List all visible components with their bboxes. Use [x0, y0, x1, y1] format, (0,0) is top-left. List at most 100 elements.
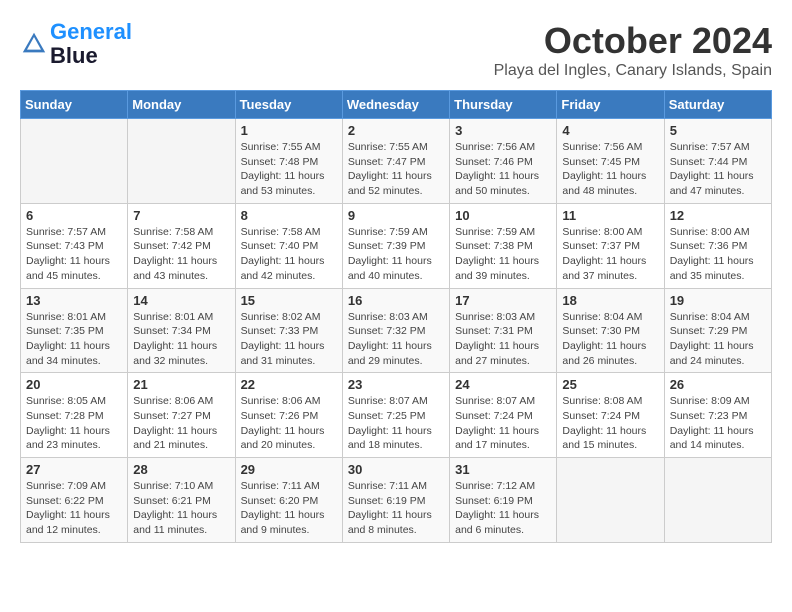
- day-number: 23: [348, 377, 444, 392]
- calendar-cell: 15 Sunrise: 8:02 AMSunset: 7:33 PMDayligh…: [235, 288, 342, 373]
- day-number: 13: [26, 293, 122, 308]
- calendar-cell: 20 Sunrise: 8:05 AMSunset: 7:28 PMDayligh…: [21, 373, 128, 458]
- calendar-cell: 1 Sunrise: 7:55 AMSunset: 7:48 PMDaylight…: [235, 119, 342, 204]
- calendar-cell: 2 Sunrise: 7:55 AMSunset: 7:47 PMDaylight…: [342, 119, 449, 204]
- day-info: Sunrise: 7:59 AMSunset: 7:38 PMDaylight:…: [455, 225, 551, 284]
- calendar-cell: 3 Sunrise: 7:56 AMSunset: 7:46 PMDaylight…: [450, 119, 557, 204]
- day-info: Sunrise: 8:07 AMSunset: 7:25 PMDaylight:…: [348, 394, 444, 453]
- day-number: 15: [241, 293, 337, 308]
- calendar-week-row: 20 Sunrise: 8:05 AMSunset: 7:28 PMDayligh…: [21, 373, 772, 458]
- day-number: 16: [348, 293, 444, 308]
- day-info: Sunrise: 7:59 AMSunset: 7:39 PMDaylight:…: [348, 225, 444, 284]
- day-info: Sunrise: 8:06 AMSunset: 7:26 PMDaylight:…: [241, 394, 337, 453]
- day-info: Sunrise: 7:56 AMSunset: 7:45 PMDaylight:…: [562, 140, 658, 199]
- calendar-cell: 12Sunrise: 8:00 AMSunset: 7:36 PMDayligh…: [664, 203, 771, 288]
- day-number: 10: [455, 208, 551, 223]
- day-info: Sunrise: 8:01 AMSunset: 7:35 PMDaylight:…: [26, 310, 122, 369]
- day-info: Sunrise: 7:58 AMSunset: 7:42 PMDaylight:…: [133, 225, 229, 284]
- calendar-cell: 26Sunrise: 8:09 AMSunset: 7:23 PMDayligh…: [664, 373, 771, 458]
- calendar-week-row: 27 Sunrise: 7:09 AMSunset: 6:22 PMDayligh…: [21, 458, 772, 543]
- weekday-header: Friday: [557, 91, 664, 119]
- day-info: Sunrise: 7:11 AMSunset: 6:19 PMDaylight:…: [348, 479, 444, 538]
- day-info: Sunrise: 8:09 AMSunset: 7:23 PMDaylight:…: [670, 394, 766, 453]
- day-number: 2: [348, 123, 444, 138]
- calendar-cell: 17Sunrise: 8:03 AMSunset: 7:31 PMDayligh…: [450, 288, 557, 373]
- calendar-cell: 7 Sunrise: 7:58 AMSunset: 7:42 PMDaylight…: [128, 203, 235, 288]
- day-number: 17: [455, 293, 551, 308]
- day-info: Sunrise: 8:08 AMSunset: 7:24 PMDaylight:…: [562, 394, 658, 453]
- day-number: 25: [562, 377, 658, 392]
- day-info: Sunrise: 8:03 AMSunset: 7:32 PMDaylight:…: [348, 310, 444, 369]
- day-info: Sunrise: 7:57 AMSunset: 7:44 PMDaylight:…: [670, 140, 766, 199]
- calendar-cell: 6Sunrise: 7:57 AMSunset: 7:43 PMDaylight…: [21, 203, 128, 288]
- calendar-cell: 19 Sunrise: 8:04 AMSunset: 7:29 PMDayligh…: [664, 288, 771, 373]
- day-number: 11: [562, 208, 658, 223]
- calendar-cell: 29Sunrise: 7:11 AMSunset: 6:20 PMDayligh…: [235, 458, 342, 543]
- day-number: 7: [133, 208, 229, 223]
- day-number: 21: [133, 377, 229, 392]
- day-info: Sunrise: 8:00 AMSunset: 7:37 PMDaylight:…: [562, 225, 658, 284]
- calendar-cell: 22 Sunrise: 8:06 AMSunset: 7:26 PMDayligh…: [235, 373, 342, 458]
- calendar-cell: 23 Sunrise: 8:07 AMSunset: 7:25 PMDayligh…: [342, 373, 449, 458]
- calendar-cell: 18 Sunrise: 8:04 AMSunset: 7:30 PMDayligh…: [557, 288, 664, 373]
- day-number: 9: [348, 208, 444, 223]
- day-number: 20: [26, 377, 122, 392]
- day-info: Sunrise: 8:02 AMSunset: 7:33 PMDaylight:…: [241, 310, 337, 369]
- day-info: Sunrise: 8:04 AMSunset: 7:29 PMDaylight:…: [670, 310, 766, 369]
- weekday-header: Saturday: [664, 91, 771, 119]
- day-number: 19: [670, 293, 766, 308]
- calendar-week-row: 6Sunrise: 7:57 AMSunset: 7:43 PMDaylight…: [21, 203, 772, 288]
- calendar-week-row: 13 Sunrise: 8:01 AMSunset: 7:35 PMDayligh…: [21, 288, 772, 373]
- day-number: 28: [133, 462, 229, 477]
- calendar-cell: 30Sunrise: 7:11 AMSunset: 6:19 PMDayligh…: [342, 458, 449, 543]
- day-info: Sunrise: 7:10 AMSunset: 6:21 PMDaylight:…: [133, 479, 229, 538]
- title-area: October 2024 Playa del Ingles, Canary Is…: [494, 20, 772, 80]
- calendar-cell: 24 Sunrise: 8:07 AMSunset: 7:24 PMDayligh…: [450, 373, 557, 458]
- day-number: 27: [26, 462, 122, 477]
- day-number: 31: [455, 462, 551, 477]
- day-number: 1: [241, 123, 337, 138]
- weekday-header: Tuesday: [235, 91, 342, 119]
- day-number: 8: [241, 208, 337, 223]
- day-info: Sunrise: 8:05 AMSunset: 7:28 PMDaylight:…: [26, 394, 122, 453]
- calendar-cell: 16 Sunrise: 8:03 AMSunset: 7:32 PMDayligh…: [342, 288, 449, 373]
- day-info: Sunrise: 7:56 AMSunset: 7:46 PMDaylight:…: [455, 140, 551, 199]
- calendar-cell: 5 Sunrise: 7:57 AMSunset: 7:44 PMDaylight…: [664, 119, 771, 204]
- day-info: Sunrise: 7:55 AMSunset: 7:47 PMDaylight:…: [348, 140, 444, 199]
- day-number: 22: [241, 377, 337, 392]
- logo-text: General Blue: [50, 20, 132, 68]
- day-number: 29: [241, 462, 337, 477]
- day-number: 24: [455, 377, 551, 392]
- calendar-cell: 28 Sunrise: 7:10 AMSunset: 6:21 PMDayligh…: [128, 458, 235, 543]
- calendar-cell: 13 Sunrise: 8:01 AMSunset: 7:35 PMDayligh…: [21, 288, 128, 373]
- calendar-cell: 14Sunrise: 8:01 AMSunset: 7:34 PMDayligh…: [128, 288, 235, 373]
- day-info: Sunrise: 7:55 AMSunset: 7:48 PMDaylight:…: [241, 140, 337, 199]
- day-info: Sunrise: 7:58 AMSunset: 7:40 PMDaylight:…: [241, 225, 337, 284]
- calendar-cell: 9 Sunrise: 7:59 AMSunset: 7:39 PMDaylight…: [342, 203, 449, 288]
- day-info: Sunrise: 7:09 AMSunset: 6:22 PMDaylight:…: [26, 479, 122, 538]
- day-number: 5: [670, 123, 766, 138]
- day-info: Sunrise: 8:04 AMSunset: 7:30 PMDaylight:…: [562, 310, 658, 369]
- weekday-header: Wednesday: [342, 91, 449, 119]
- day-number: 4: [562, 123, 658, 138]
- weekday-header: Monday: [128, 91, 235, 119]
- weekday-header: Thursday: [450, 91, 557, 119]
- calendar-week-row: 1 Sunrise: 7:55 AMSunset: 7:48 PMDaylight…: [21, 119, 772, 204]
- day-number: 3: [455, 123, 551, 138]
- day-info: Sunrise: 8:07 AMSunset: 7:24 PMDaylight:…: [455, 394, 551, 453]
- weekday-header-row: SundayMondayTuesdayWednesdayThursdayFrid…: [21, 91, 772, 119]
- logo: General Blue: [20, 20, 132, 68]
- calendar-cell: 31 Sunrise: 7:12 AMSunset: 6:19 PMDayligh…: [450, 458, 557, 543]
- day-info: Sunrise: 8:00 AMSunset: 7:36 PMDaylight:…: [670, 225, 766, 284]
- weekday-header: Sunday: [21, 91, 128, 119]
- calendar-cell: [664, 458, 771, 543]
- day-number: 18: [562, 293, 658, 308]
- calendar-cell: 8 Sunrise: 7:58 AMSunset: 7:40 PMDaylight…: [235, 203, 342, 288]
- day-info: Sunrise: 7:12 AMSunset: 6:19 PMDaylight:…: [455, 479, 551, 538]
- calendar-cell: 10 Sunrise: 7:59 AMSunset: 7:38 PMDayligh…: [450, 203, 557, 288]
- calendar-cell: 25 Sunrise: 8:08 AMSunset: 7:24 PMDayligh…: [557, 373, 664, 458]
- month-title: October 2024: [494, 20, 772, 62]
- calendar: SundayMondayTuesdayWednesdayThursdayFrid…: [20, 90, 772, 543]
- calendar-cell: [557, 458, 664, 543]
- day-info: Sunrise: 8:01 AMSunset: 7:34 PMDaylight:…: [133, 310, 229, 369]
